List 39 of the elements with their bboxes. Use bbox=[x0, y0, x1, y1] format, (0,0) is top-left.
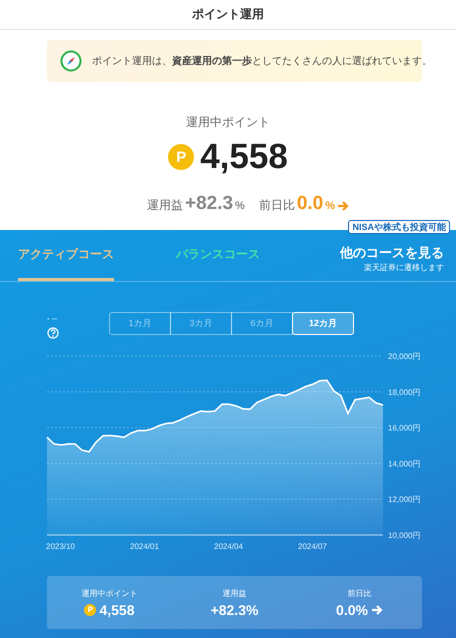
points-value: 4,558 bbox=[200, 137, 288, 177]
x-axis-label: 2024/04 bbox=[214, 542, 243, 551]
profit-value: +82.3% bbox=[184, 193, 245, 215]
page-title: ポイント運用 bbox=[192, 6, 264, 23]
summary-value: 4,558 bbox=[99, 602, 135, 618]
y-axis-label: 10,000円 bbox=[388, 531, 420, 540]
y-axis-label: 12,000円 bbox=[388, 495, 420, 504]
x-axis-label: 2024/01 bbox=[130, 542, 159, 551]
y-axis-label: 14,000円 bbox=[388, 459, 420, 468]
summary-label: 前日比 bbox=[348, 588, 372, 598]
points-label: 運用中ポイント bbox=[185, 114, 271, 131]
period-tab[interactable]: 12カ月 bbox=[292, 312, 354, 335]
summary-value: 0.0% bbox=[336, 602, 368, 618]
x-axis-label: 2023/10 bbox=[46, 542, 75, 551]
x-axis-label: 2024/07 bbox=[298, 542, 327, 551]
period-tab[interactable]: 1カ月 bbox=[109, 312, 171, 335]
change-value: 0.0% bbox=[296, 193, 336, 215]
summary-label: 運用益 bbox=[222, 588, 246, 598]
course-tab[interactable]: バランスコース bbox=[176, 230, 260, 281]
compass-icon bbox=[60, 50, 82, 72]
course-tab[interactable]: アクティブコース bbox=[18, 230, 114, 281]
summary-label: 運用中ポイント bbox=[82, 588, 138, 598]
nisa-badge: NISAや株式も投資可能 bbox=[348, 220, 450, 234]
y-axis-label: 20,000円 bbox=[388, 352, 420, 361]
help-icon[interactable] bbox=[47, 327, 59, 339]
y-axis-label: 16,000円 bbox=[388, 424, 420, 433]
summary-value: +82.3% bbox=[210, 602, 258, 618]
change-label: 前日比 bbox=[258, 197, 295, 214]
banner-text: ポイント運用は、資産運用の第一歩としてたくさんの人に選ばれています。 bbox=[92, 54, 432, 68]
y-axis-label: 18,000円 bbox=[388, 388, 420, 397]
chart-caption: - -- bbox=[47, 314, 58, 324]
other-course-link[interactable]: 他のコースを見る bbox=[340, 244, 444, 262]
other-course-note: 楽天証券に遷移します bbox=[364, 262, 444, 273]
point-coin-icon: P bbox=[168, 144, 194, 170]
profit-label: 運用益 bbox=[146, 197, 183, 214]
point-coin-icon: P bbox=[84, 604, 96, 616]
period-tab[interactable]: 3カ月 bbox=[170, 312, 232, 335]
period-tab[interactable]: 6カ月 bbox=[231, 312, 293, 335]
arrow-right-icon bbox=[337, 200, 350, 212]
